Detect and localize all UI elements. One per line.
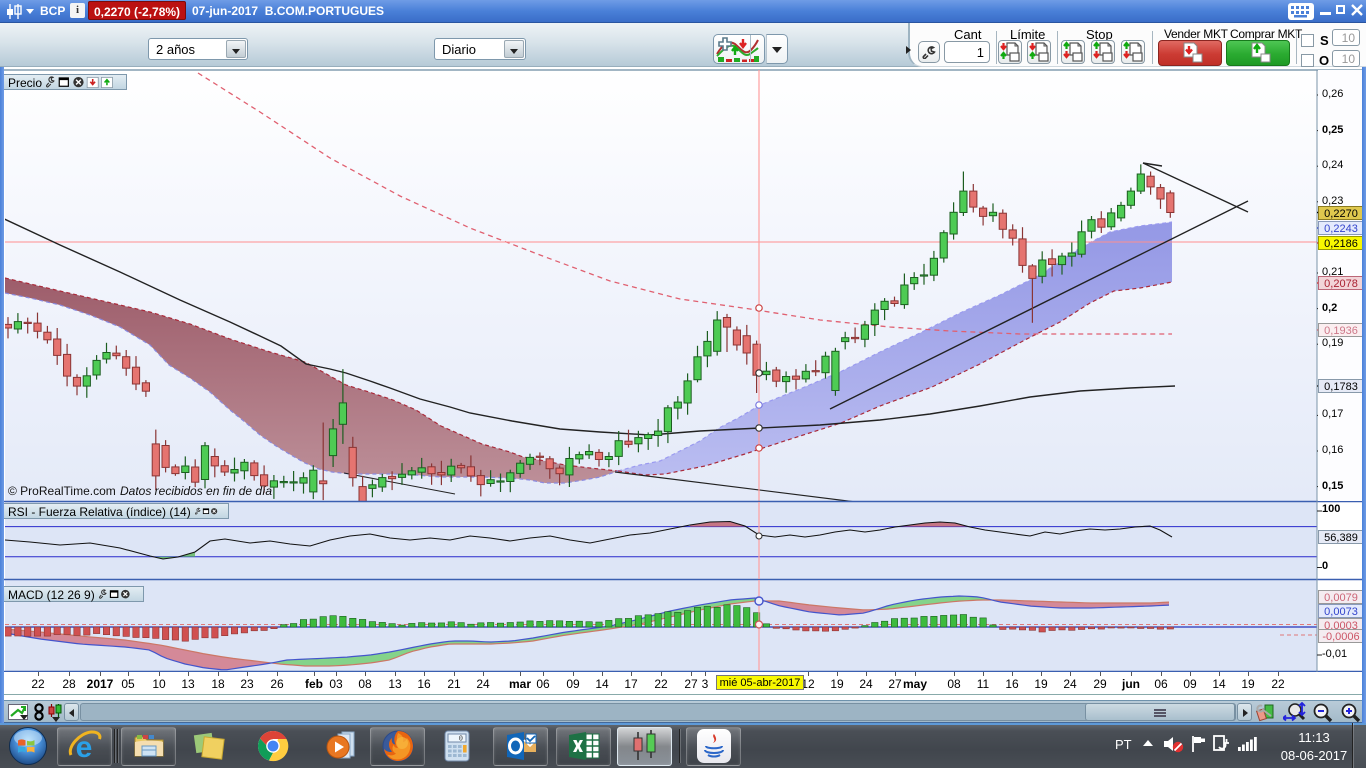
svg-text:© ProRealTime.com: © ProRealTime.com [8, 484, 116, 498]
svg-text:Datos recibidos en fin de día: Datos recibidos en fin de día [120, 484, 272, 498]
svg-text:0: 0 [459, 736, 463, 744]
